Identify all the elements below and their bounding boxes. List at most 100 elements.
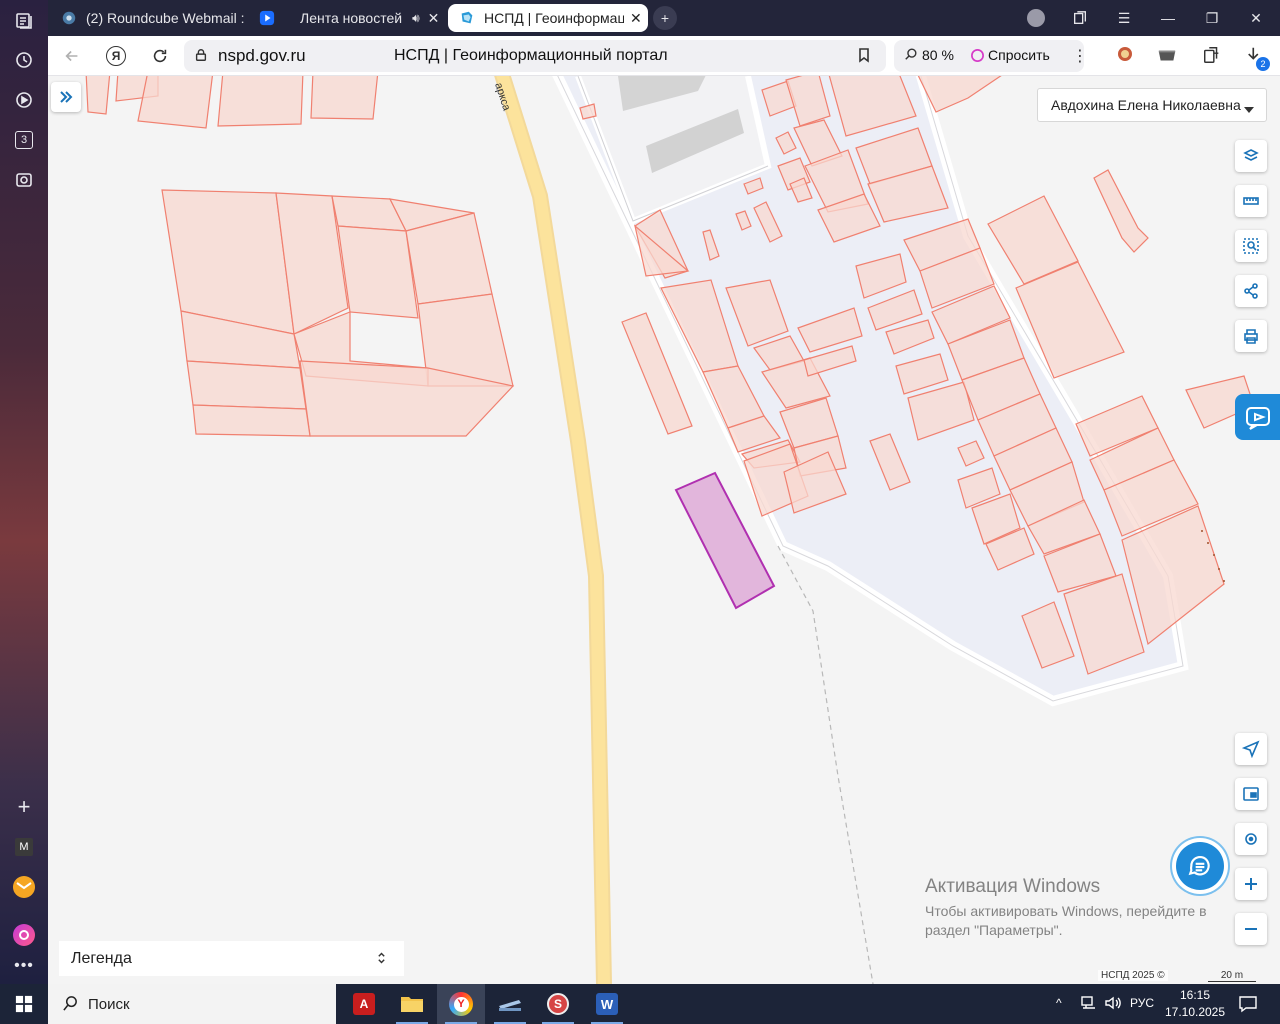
area-search-button[interactable]: [1235, 230, 1267, 262]
volume-icon[interactable]: [1104, 995, 1122, 1016]
extensions-icon[interactable]: [1202, 45, 1222, 70]
road: [496, 76, 610, 984]
scale-bar: 20 m: [1208, 970, 1256, 982]
input-language[interactable]: РУС: [1130, 996, 1154, 1010]
map-canvas[interactable]: арксa Авдохина Елена Николаевна Активаци…: [48, 76, 1280, 984]
yandex-browser-icon[interactable]: Y: [437, 984, 485, 1024]
parcel[interactable]: [1093, 169, 1149, 253]
add-panel-icon[interactable]: +: [10, 793, 38, 821]
clock-date: 17.10.2025: [1164, 1005, 1226, 1019]
tabs-count-badge: 3: [15, 131, 33, 149]
expand-panel-button[interactable]: [51, 82, 81, 112]
tray-expand-icon[interactable]: ^: [1056, 996, 1062, 1010]
video-icon[interactable]: [10, 86, 38, 114]
more-vert-icon[interactable]: ⋮: [1072, 46, 1088, 66]
yandex-mail-icon[interactable]: [10, 873, 38, 901]
extension-icon[interactable]: [1114, 44, 1136, 71]
bookmark-icon[interactable]: [856, 47, 872, 68]
lock-icon[interactable]: [194, 48, 208, 67]
parcel-group-west[interactable]: [85, 76, 515, 437]
geolocation-button[interactable]: [1235, 823, 1267, 855]
tab-roundcube[interactable]: (2) Roundcube Webmail ::: [58, 4, 244, 32]
back-button[interactable]: [60, 44, 84, 68]
user-menu[interactable]: Авдохина Елена Николаевна: [1037, 88, 1267, 122]
url-box[interactable]: nspd.gov.ru НСПД | Геоинформационный пор…: [184, 40, 886, 72]
collections-icon[interactable]: [10, 6, 38, 34]
close-tab-icon[interactable]: ✕: [428, 10, 440, 27]
parcel[interactable]: [186, 360, 307, 410]
network-icon[interactable]: [1080, 995, 1098, 1016]
speaker-icon[interactable]: 🔊︎: [412, 11, 420, 26]
parcel[interactable]: [310, 76, 379, 120]
layers-button[interactable]: [1235, 140, 1267, 172]
new-tab-button[interactable]: +: [653, 6, 677, 30]
menu-icon[interactable]: ☰: [1112, 6, 1136, 30]
map-layer[interactable]: арксa: [48, 76, 1280, 984]
s-app-icon[interactable]: S: [534, 984, 582, 1024]
screenshot-icon[interactable]: [10, 166, 38, 194]
restore-icon[interactable]: ❐: [1200, 6, 1224, 30]
clock[interactable]: 16:15 17.10.2025: [1160, 987, 1230, 1021]
roundcube-icon: [60, 9, 78, 27]
tab-title: (2) Roundcube Webmail ::: [86, 10, 244, 26]
map-attribution: НСПД 2025 ©: [1098, 970, 1168, 981]
legend-panel[interactable]: Легенда: [59, 941, 404, 976]
word-icon[interactable]: W: [583, 984, 631, 1024]
windows-activation-watermark: Активация Windows Чтобы активировать Win…: [925, 876, 1245, 940]
downloads-icon[interactable]: 2: [1246, 45, 1270, 71]
reload-button[interactable]: [148, 44, 172, 68]
acrobat-icon[interactable]: A: [340, 984, 388, 1024]
expand-toggle-icon[interactable]: [377, 950, 386, 971]
mail-app-icon[interactable]: M: [10, 833, 38, 861]
tabs-count-icon[interactable]: 3: [10, 126, 38, 154]
clock-time: 16:15: [1179, 988, 1211, 1002]
search-placeholder: Поиск: [88, 995, 130, 1013]
activation-title: Активация Windows: [925, 876, 1101, 897]
legend-label: Легенда: [71, 949, 132, 967]
ask-icon: [970, 48, 985, 68]
nspd-icon: [458, 9, 476, 27]
start-button[interactable]: [0, 984, 48, 1024]
more-icon[interactable]: •••: [10, 952, 38, 980]
search-icon: [62, 995, 79, 1016]
locate-button[interactable]: [1235, 733, 1267, 765]
minimize-icon[interactable]: —: [1156, 6, 1180, 30]
parcel[interactable]: [137, 76, 213, 129]
parcel[interactable]: [337, 225, 419, 319]
tab-bar: (2) Roundcube Webmail :: Лента новостей …: [48, 0, 1280, 36]
close-tab-icon[interactable]: ✕: [630, 10, 642, 27]
notifications-icon[interactable]: [1238, 995, 1258, 1018]
yandex-button[interactable]: Я: [104, 44, 128, 68]
history-icon[interactable]: [10, 46, 38, 74]
zoom-icon[interactable]: [904, 47, 918, 66]
parcel[interactable]: [192, 404, 311, 437]
page-title: НСПД | Геоинформационный портал: [394, 47, 668, 64]
parcel[interactable]: [85, 76, 111, 115]
downloads-badge: 2: [1256, 57, 1270, 71]
url-text[interactable]: nspd.gov.ru: [218, 46, 306, 66]
play-icon: [258, 9, 276, 27]
taskbar-search[interactable]: Поиск: [48, 984, 336, 1024]
extension-2-icon[interactable]: [1156, 46, 1178, 71]
tab-nspd[interactable]: НСПД | Геоинформационный портал ✕: [448, 4, 648, 32]
parcel[interactable]: [217, 76, 304, 127]
minimap-button[interactable]: [1235, 778, 1267, 810]
windows-taskbar: Поиск A Y S W ^ РУС 16:15 17.10.2025: [0, 984, 1280, 1024]
close-window-icon[interactable]: ✕: [1244, 6, 1268, 30]
alice-icon[interactable]: [10, 921, 38, 949]
scanner-icon[interactable]: [486, 984, 534, 1024]
file-explorer-icon[interactable]: [388, 984, 436, 1024]
ask-button[interactable]: Спросить: [988, 47, 1050, 63]
profile-icon[interactable]: [1024, 6, 1048, 30]
zoom-level[interactable]: 80 %: [922, 47, 954, 63]
zoom-ask-box: 80 % Спросить ⋮: [894, 40, 1088, 72]
ruler-button[interactable]: [1235, 185, 1267, 217]
nspd-assistant-tab[interactable]: [1235, 394, 1280, 440]
share-button[interactable]: [1235, 275, 1267, 307]
user-name: Авдохина Елена Николаевна: [1051, 97, 1241, 113]
bookmarks-panel-icon[interactable]: [1068, 6, 1092, 30]
print-button[interactable]: [1235, 320, 1267, 352]
tab-news-feed[interactable]: Лента новостей 🔊︎ ✕: [258, 4, 444, 32]
tab-title: Лента новостей: [300, 10, 403, 26]
tab-title: НСПД | Геоинформационный портал: [484, 10, 624, 26]
